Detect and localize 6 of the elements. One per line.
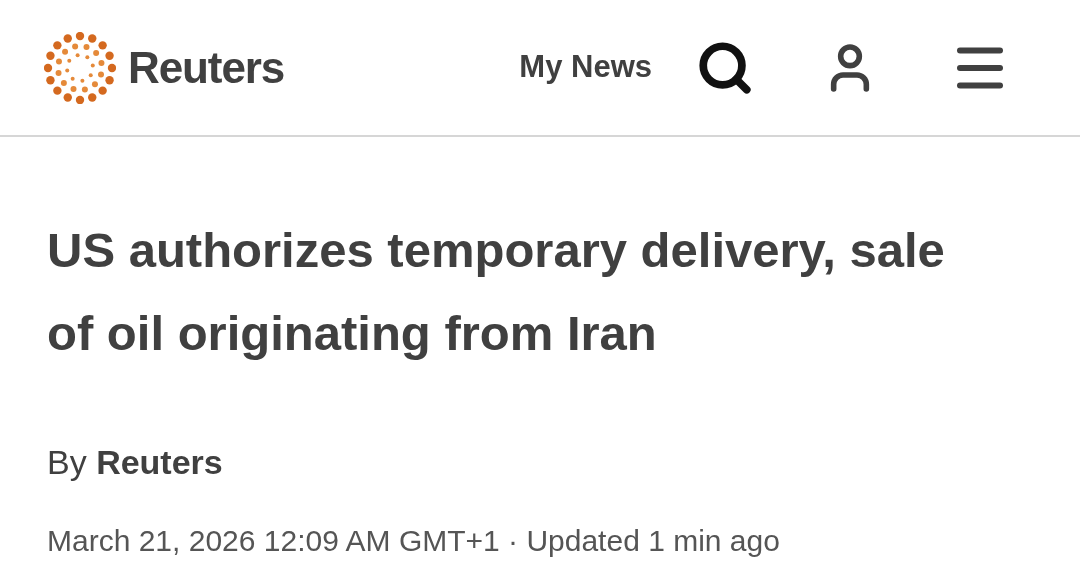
logo-icon: [44, 31, 116, 104]
byline: By Reuters: [47, 442, 224, 483]
headline: US authorizes temporary delivery, sale of oil originating from Iran: [47, 222, 946, 362]
dateline: March 21, 2026 12:09 AM GMT+1 · Updated 1 min ago: [47, 523, 781, 559]
my-news-link[interactable]: My News: [519, 44, 652, 91]
brand-name[interactable]: Reuters: [128, 34, 285, 101]
